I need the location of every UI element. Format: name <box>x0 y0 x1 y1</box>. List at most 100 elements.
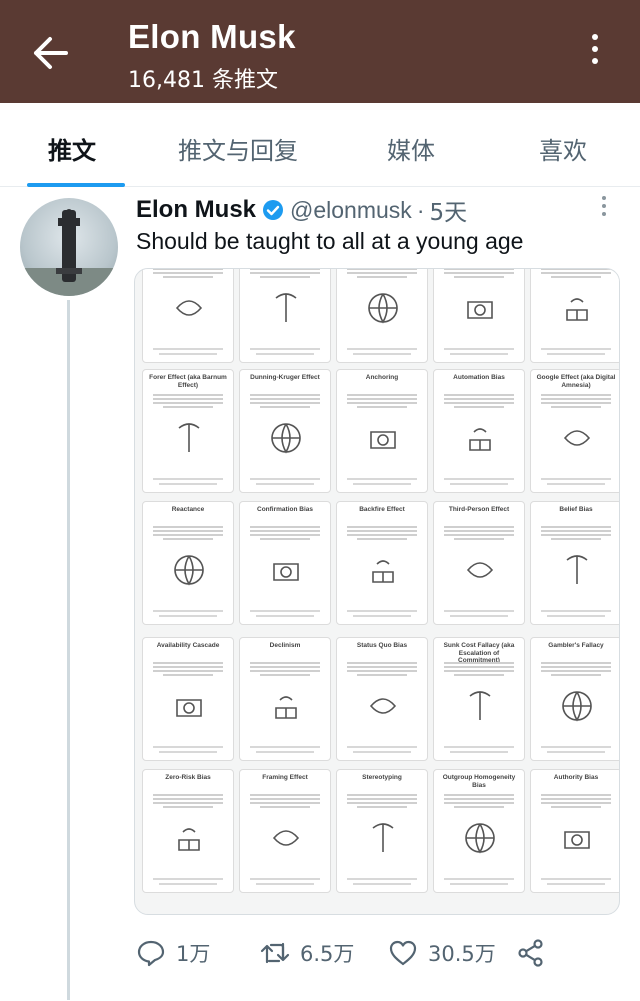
profile-name: Elon Musk <box>128 18 296 55</box>
bias-card-title: Belief Bias <box>559 506 593 513</box>
bias-card-title: Stereotyping <box>362 774 402 781</box>
tweet-time[interactable]: 5天 <box>429 193 467 227</box>
bias-card-title: Reactance <box>171 506 205 513</box>
author-handle[interactable]: @elonmusk <box>290 197 412 224</box>
bias-card-title: Forer Effect (aka Barnum Effect) <box>149 374 227 389</box>
bias-illustration-icon <box>469 691 491 720</box>
bias-illustration-icon <box>368 293 398 324</box>
bias-card: Automation Bias <box>433 369 525 493</box>
bias-illustration-icon <box>566 298 588 321</box>
verified-badge-icon <box>263 200 284 220</box>
bias-illustration-icon <box>563 430 591 446</box>
tab-tweets-and-replies[interactable]: 推文与回复 <box>178 131 298 166</box>
bias-card: Stereotyping <box>336 769 428 893</box>
profile-tabs: 推文 推文与回复 媒体 喜欢 <box>0 103 640 187</box>
bias-card-title: Declinism <box>269 642 301 649</box>
bias-illustration-icon <box>562 691 592 722</box>
cognitive-bias-grid: Personalization Forer Effect (aka Barnum … <box>135 269 619 914</box>
bias-illustration-icon <box>465 823 495 854</box>
tab-likes[interactable]: 喜欢 <box>539 131 587 166</box>
bias-illustration-icon <box>466 562 494 578</box>
bias-card: Outgroup Homogeneity Bias <box>433 769 525 893</box>
separator: · <box>416 196 425 223</box>
bias-illustration-icon <box>467 301 493 319</box>
tweet-text: Should be taught to all at a young age <box>136 228 524 254</box>
reply-button[interactable]: 1万 <box>136 933 210 973</box>
tab-tweets[interactable]: 推文 <box>48 131 96 166</box>
bias-card: Declinism <box>239 637 331 761</box>
tweet-actions: 1万 6.5万 30.5万 <box>136 933 556 973</box>
reply-icon <box>137 940 165 967</box>
bias-card: Third-Person Effect <box>433 501 525 625</box>
avatar[interactable] <box>20 198 118 296</box>
bias-card-title: Dunning-Kruger Effect <box>250 374 320 381</box>
arrow-left-icon[interactable] <box>30 35 70 71</box>
bias-card-title: Zero-Risk Bias <box>165 774 211 781</box>
tweet[interactable]: Elon Musk @elonmusk · 5天 Should be taugh… <box>0 188 640 1001</box>
bias-illustration-icon <box>372 823 394 852</box>
bias-card: Anchoring <box>336 369 428 493</box>
tweet-count: 16,481 条推文 <box>128 68 278 93</box>
bias-card: Status Quo Bias <box>336 637 428 761</box>
tweet-media-image[interactable]: Personalization Forer Effect (aka Barnum … <box>134 268 620 915</box>
bias-card-title: Gambler's Fallacy <box>548 642 604 649</box>
bias-card <box>239 269 331 363</box>
bias-illustration-icon <box>372 560 394 583</box>
bias-card-title: Outgroup Homogeneity Bias <box>442 774 516 789</box>
bias-card: Framing Effect <box>239 769 331 893</box>
tab-media[interactable]: 媒体 <box>387 131 435 166</box>
bias-illustration-icon <box>272 830 300 846</box>
bias-card-title: Confirmation Bias <box>257 506 313 513</box>
retweet-button[interactable]: 6.5万 <box>260 933 354 973</box>
bias-card-title: Anchoring <box>365 374 399 381</box>
like-button[interactable]: 30.5万 <box>388 933 496 973</box>
tweet-more-icon[interactable] <box>600 196 608 220</box>
bias-card-title: Authority Bias <box>553 774 599 781</box>
bias-illustration-icon <box>369 698 397 714</box>
bias-card-title: Third-Person Effect <box>448 506 510 513</box>
tweet-author-row: Elon Musk @elonmusk · 5天 <box>136 193 467 227</box>
bias-illustration-icon <box>175 300 203 316</box>
bias-illustration-icon <box>469 428 491 451</box>
bias-card: Google Effect (aka Digital Amnesia) <box>530 369 619 493</box>
bias-card: Personalization <box>530 269 619 363</box>
bias-illustration-icon <box>176 699 202 717</box>
share-icon <box>518 939 543 967</box>
bias-card: Forer Effect (aka Barnum Effect) <box>142 369 234 493</box>
bias-card: Availability Cascade <box>142 637 234 761</box>
bias-illustration-icon <box>275 696 297 719</box>
bias-card: Belief Bias <box>530 501 619 625</box>
bias-illustration-icon <box>178 423 200 452</box>
more-vertical-icon[interactable] <box>586 34 604 74</box>
bias-card: Reactance <box>142 501 234 625</box>
retweet-icon <box>260 942 290 964</box>
active-tab-indicator <box>27 183 125 187</box>
bias-card <box>336 269 428 363</box>
bias-card: Zero-Risk Bias <box>142 769 234 893</box>
bias-card-title: Status Quo Bias <box>356 642 408 649</box>
thread-line <box>67 300 70 1000</box>
bias-card-title: Availability Cascade <box>156 642 220 649</box>
bias-illustration-icon <box>271 423 301 454</box>
bias-card: Sunk Cost Fallacy (aka Escalation of Com… <box>433 637 525 761</box>
bias-illustration-icon <box>370 431 396 449</box>
bias-card-title: Framing Effect <box>262 774 308 781</box>
bias-card: Backfire Effect <box>336 501 428 625</box>
retweet-count: 6.5万 <box>300 942 355 966</box>
bias-illustration-icon <box>174 555 204 586</box>
bias-card-title: Google Effect (aka Digital Amnesia) <box>536 374 616 389</box>
bias-card: Confirmation Bias <box>239 501 331 625</box>
bias-card: Dunning-Kruger Effect <box>239 369 331 493</box>
bias-card: Authority Bias <box>530 769 619 893</box>
bias-illustration-icon <box>566 555 588 584</box>
bias-card: Gambler's Fallacy <box>530 637 619 761</box>
reply-count: 1万 <box>176 942 211 966</box>
bias-illustration-icon <box>275 293 297 322</box>
bias-illustration-icon <box>564 831 590 849</box>
author-name[interactable]: Elon Musk <box>136 196 256 224</box>
profile-header: Elon Musk 16,481 条推文 <box>0 0 640 103</box>
share-button[interactable] <box>516 933 546 973</box>
like-count: 30.5万 <box>428 942 496 966</box>
bias-card-title: Backfire Effect <box>359 506 405 513</box>
bias-illustration-icon <box>273 563 299 581</box>
